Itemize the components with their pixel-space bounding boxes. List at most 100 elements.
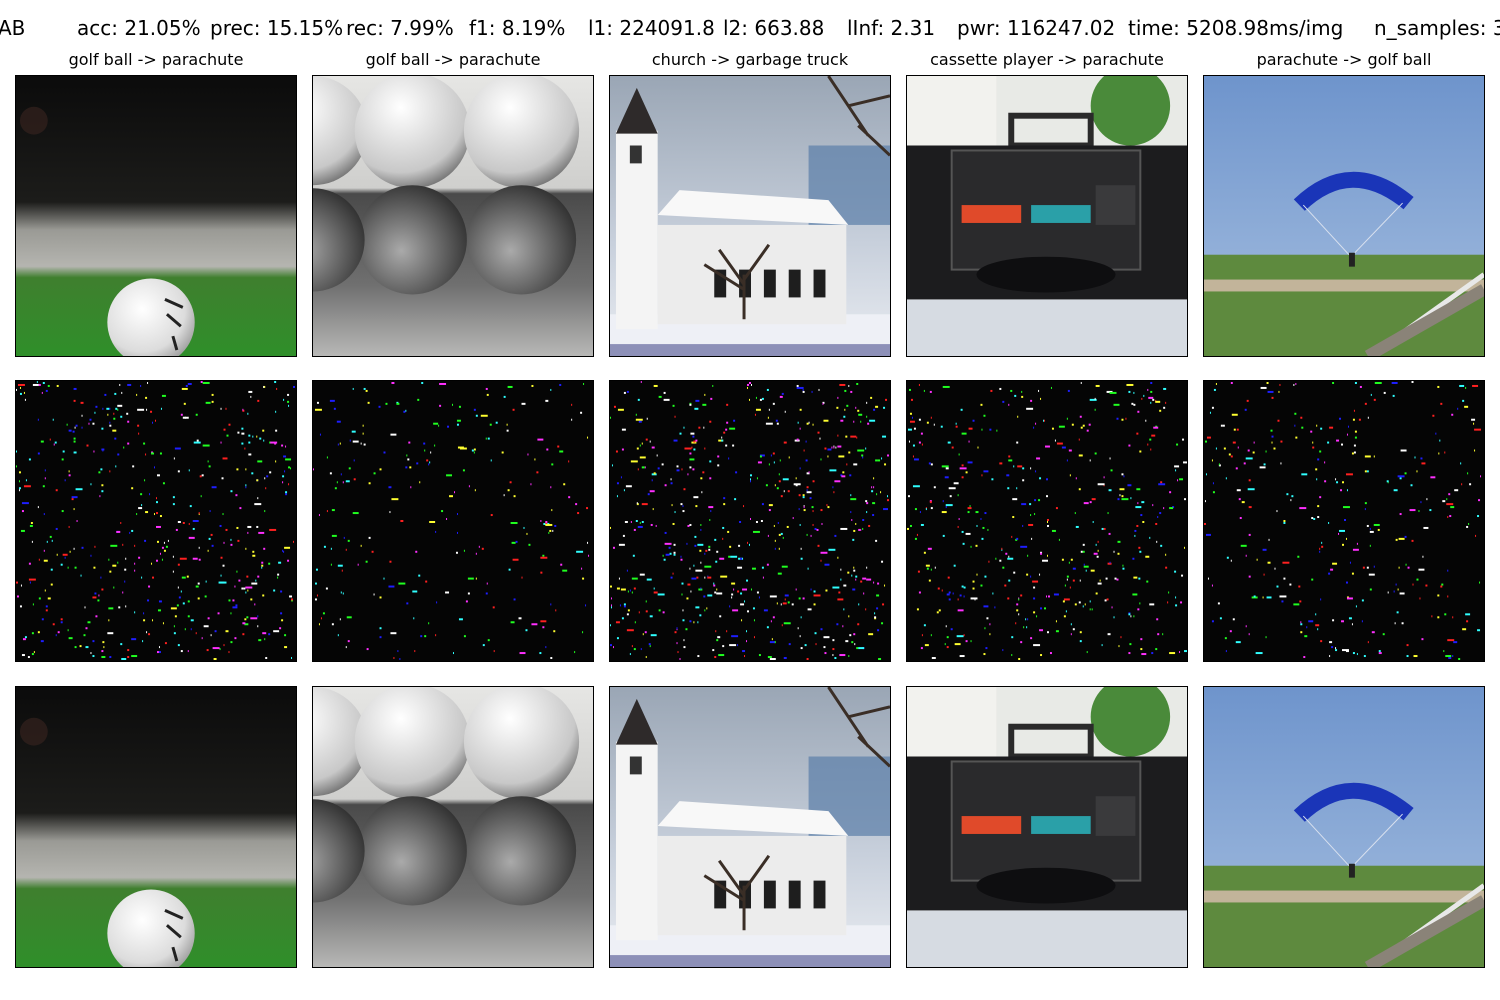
noise-pixel [1025, 618, 1027, 621]
noise-pixel [825, 589, 828, 592]
noise-pixel [699, 614, 702, 617]
noise-pixel [820, 628, 823, 631]
noise-pixel [559, 450, 564, 453]
noise-pixel [1386, 480, 1389, 483]
noise-pixel [1063, 615, 1066, 618]
noise-pixel [104, 393, 107, 396]
noise-pixel [1121, 498, 1129, 501]
noise-pixel [912, 455, 914, 458]
noise-pixel [1328, 572, 1331, 575]
noise-pixel [277, 576, 279, 579]
noise-pixel [1480, 475, 1482, 478]
noise-pixel [691, 577, 697, 580]
adversarial-image-parachute [1203, 686, 1485, 968]
noise-pixel [767, 534, 769, 537]
noise-pixel [687, 473, 689, 476]
noise-pixel [855, 406, 857, 409]
noise-pixel [409, 466, 412, 469]
noise-pixel [109, 424, 112, 427]
noise-pixel [653, 587, 655, 590]
noise-pixel [806, 486, 809, 489]
noise-pixel [198, 558, 201, 561]
noise-pixel [102, 641, 105, 644]
noise-pixel [73, 399, 76, 402]
noise-pixel [1082, 424, 1085, 427]
noise-pixel [832, 639, 835, 642]
noise-pixel [750, 383, 752, 386]
noise-pixel [223, 428, 226, 431]
noise-pixel [909, 420, 915, 423]
noise-pixel [195, 632, 197, 635]
noise-pixel [71, 496, 78, 499]
noise-pixel [1113, 550, 1115, 553]
noise-pixel [418, 574, 421, 577]
noise-pixel [421, 381, 424, 384]
noise-pixel [264, 477, 266, 480]
noise-pixel [800, 647, 803, 650]
noise-pixel [778, 480, 781, 483]
noise-pixel [942, 500, 944, 503]
noise-pixel [1373, 565, 1375, 568]
noise-pixel [378, 405, 381, 408]
noise-pixel [113, 412, 115, 415]
noise-pixel [1478, 499, 1481, 502]
noise-pixel [881, 560, 884, 563]
noise-pixel [695, 505, 698, 508]
noise-pixel [1116, 578, 1119, 581]
noise-pixel [265, 487, 267, 490]
noise-pixel [1158, 483, 1166, 486]
noise-pixel [51, 539, 53, 542]
original-image-golf-balls [312, 75, 594, 357]
noise-pixel [645, 656, 647, 659]
noise-pixel [653, 591, 658, 594]
noise-pixel [86, 444, 89, 447]
noise-pixel [1062, 600, 1065, 603]
noise-pixel [406, 602, 409, 605]
noise-pixel [550, 657, 553, 660]
noise-pixel [521, 576, 523, 579]
noise-pixel [1205, 473, 1207, 476]
noise-pixel [983, 470, 989, 473]
noise-pixel [616, 637, 619, 640]
noise-pixel [1092, 521, 1094, 523]
noise-pixel [948, 591, 951, 594]
noise-pixel [1205, 533, 1211, 536]
noise-pixel [1078, 488, 1081, 491]
noise-pixel [545, 646, 547, 649]
noise-pixel [696, 576, 699, 579]
noise-pixel [439, 382, 447, 385]
noise-pixel [1440, 402, 1443, 405]
noise-pixel [821, 522, 823, 525]
noise-pixel [959, 467, 967, 470]
noise-pixel [788, 643, 791, 646]
noise-pixel [839, 654, 846, 657]
noise-pixel [373, 593, 375, 596]
noise-pixel [1106, 598, 1109, 601]
noise-pixel [1215, 447, 1217, 450]
noise-pixel [914, 508, 917, 511]
noise-pixel [787, 601, 790, 604]
noise-pixel [1339, 529, 1345, 532]
noise-pixel [838, 591, 841, 594]
noise-pixel [248, 434, 251, 437]
noise-pixel [620, 476, 622, 479]
noise-pixel [134, 569, 136, 572]
noise-pixel [180, 590, 182, 593]
noise-pixel [210, 634, 212, 637]
noise-pixel [806, 533, 808, 536]
noise-pixel [1283, 577, 1286, 580]
noise-pixel [207, 617, 210, 620]
noise-pixel [456, 513, 458, 516]
noise-pixel [1339, 417, 1342, 420]
noise-pixel [55, 489, 58, 492]
noise-pixel [337, 443, 339, 446]
noise-pixel [613, 405, 616, 408]
noise-pixel [44, 477, 46, 480]
noise-pixel [492, 606, 495, 609]
noise-pixel [173, 632, 176, 635]
noise-pixel [810, 588, 812, 591]
noise-pixel [777, 572, 782, 575]
noise-pixel [577, 512, 580, 515]
noise-pixel [930, 634, 932, 637]
noise-pixel [24, 636, 27, 639]
